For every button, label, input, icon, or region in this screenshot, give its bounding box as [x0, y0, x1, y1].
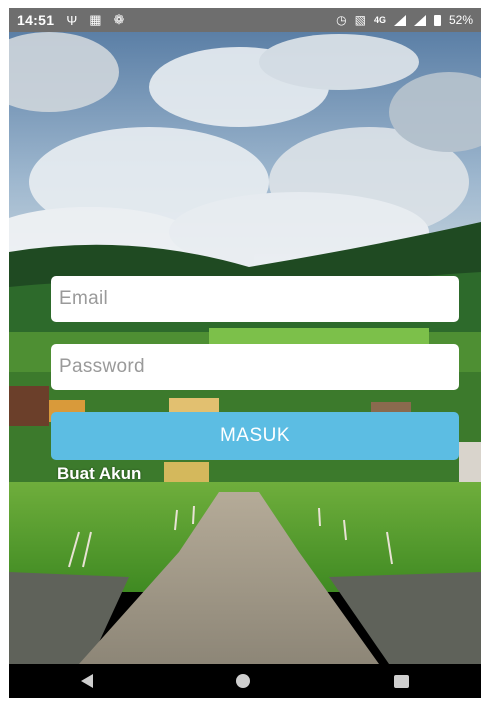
- email-input[interactable]: Email: [51, 276, 459, 322]
- login-button[interactable]: MASUK: [51, 412, 459, 460]
- password-input[interactable]: Password: [51, 344, 459, 390]
- sync-icon: ❁: [113, 12, 125, 27]
- password-placeholder: Password: [59, 356, 145, 377]
- vibrate-icon: ▧: [354, 13, 366, 27]
- recents-icon[interactable]: [394, 674, 410, 688]
- image-icon: ▦: [89, 12, 102, 27]
- home-icon[interactable]: [236, 674, 251, 688]
- create-account-link[interactable]: Buat Akun: [57, 464, 141, 484]
- status-time: 14:51: [17, 12, 55, 28]
- network-type-label: 4G: [373, 15, 386, 25]
- alarm-icon: ◷: [336, 13, 347, 27]
- signal-2-icon: [413, 14, 426, 26]
- status-bar: 14:51 Ψ ▦ ❁ ◷ ▧ 4G 52%: [9, 8, 481, 32]
- phone-screen: 14:51 Ψ ▦ ❁ ◷ ▧ 4G 52% Email Password MA…: [9, 8, 481, 698]
- status-right-group: ◷ ▧ 4G 52%: [336, 13, 473, 27]
- back-icon[interactable]: [80, 674, 93, 688]
- usb-icon: Ψ: [66, 12, 78, 28]
- navigation-bar: [9, 664, 481, 698]
- battery-percent: 52%: [448, 13, 473, 27]
- signal-icon: [393, 14, 406, 26]
- battery-icon: [433, 14, 441, 26]
- email-placeholder: Email: [59, 288, 109, 309]
